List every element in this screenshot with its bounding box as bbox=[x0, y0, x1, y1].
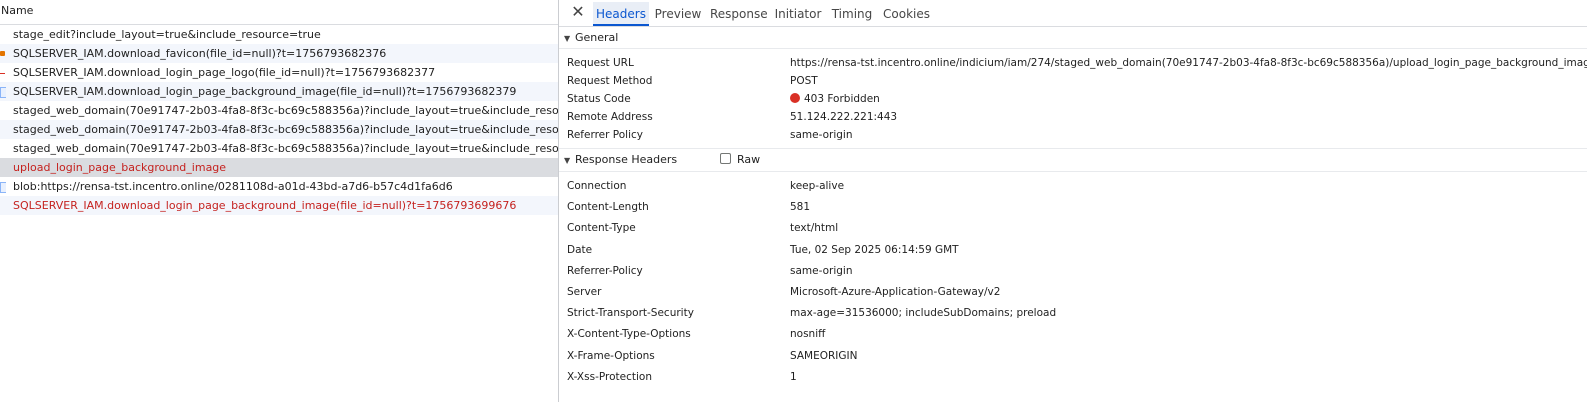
header-key: Connection bbox=[567, 180, 627, 192]
request-row[interactable]: stage_edit?include_layout=true&include_r… bbox=[0, 25, 559, 44]
request-name: staged_web_domain(70e91747-2b03-4fa8-8f3… bbox=[13, 104, 559, 117]
detail-tab-bar: ✕ Headers Preview Response Initiator Tim… bbox=[559, 0, 1587, 27]
request-row[interactable]: SQLSERVER_IAM.download_login_page_backgr… bbox=[0, 82, 559, 101]
header-key: Strict-Transport-Security bbox=[567, 307, 694, 320]
general-section-title: General bbox=[575, 31, 619, 44]
expand-triangle-icon: ▼ bbox=[564, 34, 571, 43]
header-value: nosniff bbox=[790, 328, 826, 341]
header-value: 1 bbox=[790, 370, 797, 383]
header-key: Content-Type bbox=[567, 222, 636, 235]
response-header-row: Connection keep-alive bbox=[559, 176, 1587, 197]
header-value: max-age=31536000; includeSubDomains; pre… bbox=[790, 307, 1057, 320]
tab-response[interactable]: Response bbox=[710, 2, 768, 24]
header-key: Request Method bbox=[567, 75, 653, 87]
header-key: Status Code bbox=[567, 93, 631, 105]
response-header-row: Content-Length 581 bbox=[559, 197, 1587, 218]
close-icon[interactable]: ✕ bbox=[570, 3, 586, 21]
tab-timing[interactable]: Timing bbox=[831, 2, 873, 24]
tab-cookies[interactable]: Cookies bbox=[883, 2, 930, 24]
general-row: Request Method POST bbox=[559, 72, 1587, 90]
broken-image-icon bbox=[0, 73, 5, 74]
header-value: Microsoft-Azure-Application-Gateway/v2 bbox=[790, 285, 1001, 298]
general-section-header[interactable]: ▼ General bbox=[559, 27, 1587, 49]
request-name: SQLSERVER_IAM.download_favicon(file_id=n… bbox=[13, 47, 387, 60]
header-value: keep-alive bbox=[790, 180, 845, 192]
tab-preview[interactable]: Preview bbox=[653, 2, 703, 24]
header-value: https://rensa-tst.incentro.online/indici… bbox=[790, 57, 1587, 69]
header-key: Date bbox=[567, 243, 593, 256]
header-key: Server bbox=[567, 285, 602, 298]
response-headers-section-title: Response Headers bbox=[575, 153, 678, 166]
request-row[interactable]: SQLSERVER_IAM.download_favicon(file_id=n… bbox=[0, 44, 559, 63]
header-key: X-Xss-Protection bbox=[567, 370, 652, 383]
response-header-row: Content-Type text/html bbox=[559, 218, 1587, 239]
header-key: Request URL bbox=[567, 57, 634, 69]
request-row[interactable]: SQLSERVER_IAM.download_login_page_backgr… bbox=[0, 196, 559, 215]
header-value: POST bbox=[790, 75, 818, 87]
expand-triangle-icon: ▼ bbox=[564, 156, 571, 165]
header-key: X-Content-Type-Options bbox=[567, 328, 691, 341]
header-value: same-origin bbox=[790, 264, 853, 277]
request-name: SQLSERVER_IAM.download_login_page_backgr… bbox=[13, 199, 517, 212]
request-name: staged_web_domain(70e91747-2b03-4fa8-8f3… bbox=[13, 123, 559, 136]
general-rows: Request URL https://rensa-tst.incentro.on… bbox=[559, 54, 1587, 144]
response-header-row: Strict-Transport-Security max-age=3153600… bbox=[559, 303, 1587, 324]
name-column-header[interactable]: Name bbox=[0, 0, 559, 25]
response-header-rows: Connection keep-alive Content-Length 581 Con… bbox=[559, 176, 1587, 388]
raw-checkbox[interactable] bbox=[720, 153, 731, 164]
request-detail-panel: ✕ Headers Preview Response Initiator Tim… bbox=[559, 0, 1587, 402]
tab-headers[interactable]: Headers bbox=[593, 2, 649, 26]
request-name: upload_login_page_background_image bbox=[13, 161, 227, 174]
header-value: SAMEORIGIN bbox=[790, 349, 858, 362]
headers-content: ▼ General Request URL https://rensa-tst.in… bbox=[559, 27, 1587, 388]
response-header-row: X-Frame-Options SAMEORIGIN bbox=[559, 346, 1587, 367]
raw-label[interactable]: Raw bbox=[737, 149, 760, 171]
header-value: same-origin bbox=[790, 129, 853, 141]
request-row[interactable]: staged_web_domain(70e91747-2b03-4fa8-8f3… bbox=[0, 120, 559, 139]
request-row[interactable]: staged_web_domain(70e91747-2b03-4fa8-8f3… bbox=[0, 139, 559, 158]
request-list-panel: Name stage_edit?include_layout=true&incl… bbox=[0, 0, 559, 402]
status-error-icon bbox=[790, 93, 800, 103]
request-name: SQLSERVER_IAM.download_login_page_logo(f… bbox=[13, 66, 436, 79]
response-headers-section-header[interactable]: ▼ Response Headers Raw bbox=[559, 149, 1587, 172]
request-row[interactable]: blob:https://rensa-tst.incentro.online/0… bbox=[0, 177, 559, 196]
header-value: 403 Forbidden bbox=[790, 90, 880, 108]
request-name: staged_web_domain(70e91747-2b03-4fa8-8f3… bbox=[13, 142, 559, 155]
header-key: Referrer Policy bbox=[567, 129, 643, 141]
header-value: Tue, 02 Sep 2025 06:14:59 GMT bbox=[790, 243, 959, 256]
request-list: stage_edit?include_layout=true&include_r… bbox=[0, 25, 559, 215]
blob-file-icon bbox=[0, 182, 6, 193]
header-key: Referrer-Policy bbox=[567, 264, 643, 277]
request-row[interactable]: upload_login_page_background_image bbox=[0, 158, 559, 177]
response-header-row: Referrer-Policy same-origin bbox=[559, 261, 1587, 282]
request-name: SQLSERVER_IAM.download_login_page_backgr… bbox=[13, 85, 517, 98]
header-value: 581 bbox=[790, 201, 811, 214]
status-code-text: 403 Forbidden bbox=[804, 93, 880, 105]
general-row: Request URL https://rensa-tst.incentro.on… bbox=[559, 54, 1587, 72]
header-value: 51.124.222.221:443 bbox=[790, 111, 898, 123]
request-name: blob:https://rensa-tst.incentro.online/0… bbox=[13, 180, 453, 193]
header-key: X-Frame-Options bbox=[567, 349, 655, 362]
header-key: Content-Length bbox=[567, 201, 649, 214]
request-row[interactable]: staged_web_domain(70e91747-2b03-4fa8-8f3… bbox=[0, 101, 559, 120]
response-header-row: X-Content-Type-Options nosniff bbox=[559, 324, 1587, 345]
response-header-row: X-Xss-Protection 1 bbox=[559, 367, 1587, 388]
header-key: Remote Address bbox=[567, 111, 653, 123]
favicon-file-icon bbox=[0, 51, 5, 56]
request-row[interactable]: SQLSERVER_IAM.download_login_page_logo(f… bbox=[0, 63, 559, 82]
header-value: text/html bbox=[790, 222, 839, 235]
general-row: Status Code 403 Forbidden bbox=[559, 90, 1587, 108]
general-row: Remote Address 51.124.222.221:443 bbox=[559, 108, 1587, 126]
request-name: stage_edit?include_layout=true&include_r… bbox=[13, 28, 321, 41]
response-header-row: Server Microsoft-Azure-Application-Gatewa… bbox=[559, 282, 1587, 303]
response-header-row: Date Tue, 02 Sep 2025 06:14:59 GMT bbox=[559, 240, 1587, 261]
general-row: Referrer Policy same-origin bbox=[559, 126, 1587, 144]
tab-initiator[interactable]: Initiator bbox=[774, 2, 822, 24]
image-file-icon bbox=[0, 87, 6, 98]
